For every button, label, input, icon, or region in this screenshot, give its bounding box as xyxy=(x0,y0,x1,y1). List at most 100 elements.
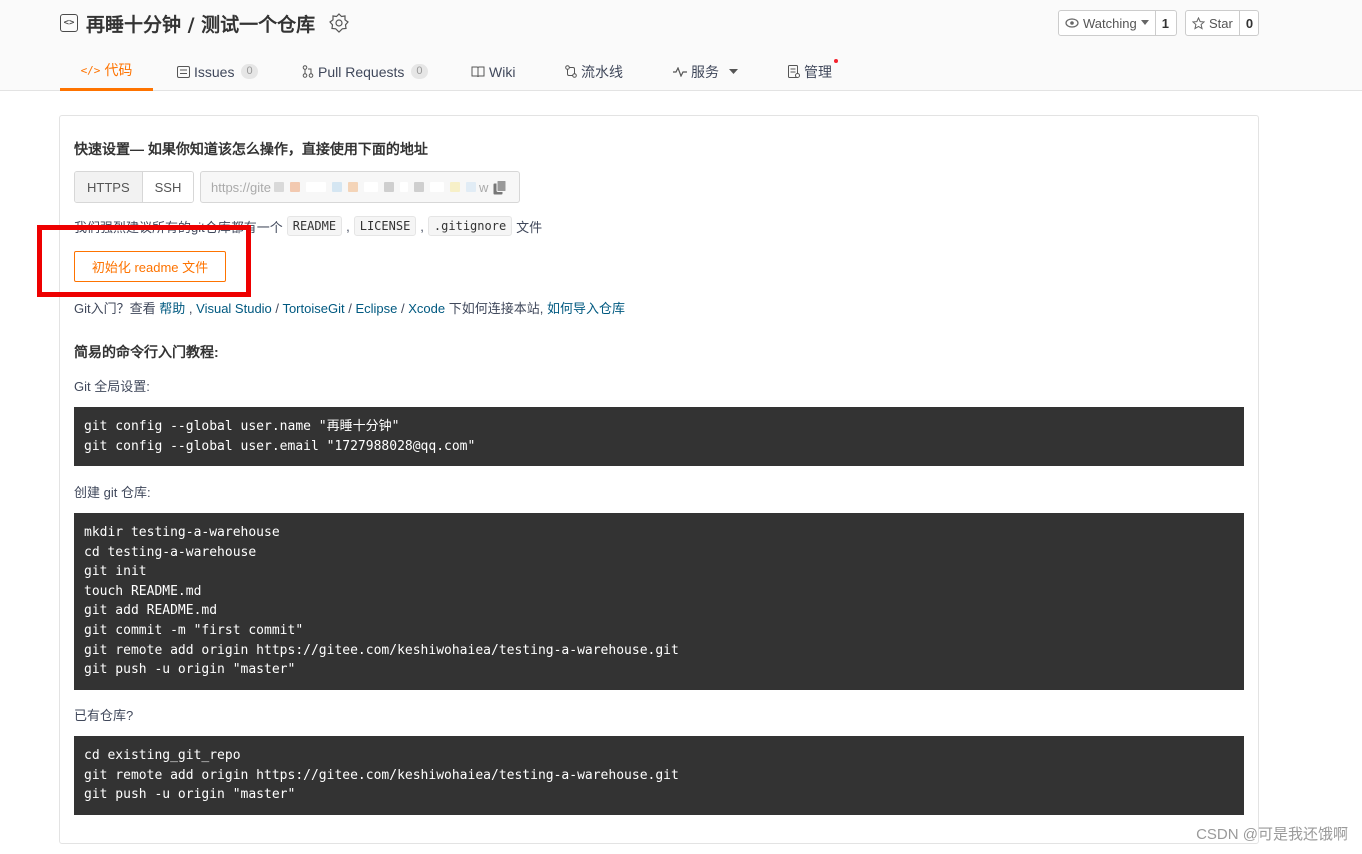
import-repo-link[interactable]: 如何导入仓库 xyxy=(547,301,625,316)
tab-issues-label: Issues xyxy=(194,63,235,80)
help-prefix: Git入门？查看 xyxy=(74,301,156,316)
caret-down-icon xyxy=(1140,20,1149,25)
pulse-icon xyxy=(673,66,687,77)
redacted-block xyxy=(429,182,444,192)
code-line: git config --global user.name "再睡十分钟" xyxy=(84,419,400,434)
star-icon xyxy=(1192,16,1205,30)
pipeline-icon xyxy=(565,65,577,78)
separator: , xyxy=(346,218,350,234)
highlight-box xyxy=(37,225,251,297)
existing-repo-code: cd existing_git_repogit remote add origi… xyxy=(74,736,1244,815)
copy-icon[interactable] xyxy=(493,180,507,195)
code-line: git remote add origin https://gitee.com/… xyxy=(84,642,679,658)
separator: , xyxy=(420,218,424,234)
watermark: CSDN @可是我还饿啊 xyxy=(1196,826,1348,843)
code-line: git commit -m "first commit" xyxy=(84,622,304,638)
tab-manage-label: 管理 xyxy=(804,63,832,80)
caret-down-icon xyxy=(729,68,738,74)
global-settings-code: git config --global user.name "再睡十分钟" git… xyxy=(74,407,1244,466)
redacted-block xyxy=(305,182,326,192)
https-button[interactable]: HTTPS xyxy=(75,172,143,202)
code-line: git config --global user.email "17279880… xyxy=(84,438,476,454)
clone-url-suffix: w xyxy=(478,179,489,195)
readme-chip: README xyxy=(286,216,343,236)
tab-wiki[interactable]: Wiki xyxy=(471,52,515,91)
repo-title[interactable]: 再睡十分钟 / 测试一个仓库 xyxy=(86,10,315,37)
star-text: Star xyxy=(1209,15,1233,31)
tab-pull-requests[interactable]: Pull Requests 0 xyxy=(302,52,428,91)
tab-manage[interactable]: 管理 xyxy=(788,52,838,91)
clone-url-prefix: https://gite xyxy=(211,179,271,195)
existing-repo-label: 已有仓库? xyxy=(74,708,134,723)
xcode-link[interactable]: Xcode xyxy=(408,301,445,316)
quick-setup-panel: 快速设置— 如果你知道该怎么操作，直接使用下面的地址 HTTPS SSH htt… xyxy=(37,115,1259,844)
document-settings-icon xyxy=(788,65,800,78)
global-settings-label: Git 全局设置: xyxy=(74,379,150,394)
watch-count[interactable]: 1 xyxy=(1156,11,1175,35)
redacted-block xyxy=(449,182,460,192)
tab-services-label: 服务 xyxy=(691,63,719,80)
code-line: cd testing-a-warehouse xyxy=(84,544,257,560)
code-line: touch README.md xyxy=(84,583,202,599)
eye-icon xyxy=(1065,18,1079,28)
tab-issues[interactable]: Issues 0 xyxy=(177,52,258,91)
separator: , xyxy=(188,301,193,316)
redacted-block xyxy=(347,182,358,192)
tab-pipeline[interactable]: 流水线 xyxy=(565,52,623,91)
redacted-block xyxy=(383,182,394,192)
code-line: mkdir testing-a-warehouse xyxy=(84,525,280,540)
tab-pull-requests-label: Pull Requests xyxy=(318,63,405,80)
gitignore-chip: .gitignore xyxy=(427,216,513,236)
create-repo-code: mkdir testing-a-warehouse cd testing-a-wa… xyxy=(74,513,1244,690)
code-line: git remote add origin https://gitee.com/… xyxy=(84,767,679,783)
watch-button[interactable]: Watching 1 xyxy=(1058,10,1177,36)
redacted-block xyxy=(465,182,476,192)
help-mid: 下如何连接本站, xyxy=(448,301,544,316)
redacted-block xyxy=(413,182,424,192)
redacted-block xyxy=(273,182,284,192)
ssh-button[interactable]: SSH xyxy=(142,172,194,202)
redacted-block xyxy=(363,182,378,192)
star-count[interactable]: 0 xyxy=(1240,11,1259,35)
pull-request-icon xyxy=(302,65,314,78)
tab-code-label: 代码 xyxy=(104,62,133,78)
code-icon: </> xyxy=(80,63,101,77)
watch-text: Watching xyxy=(1083,15,1137,31)
tutorial-title: 简易的命令行入门教程: xyxy=(74,344,219,360)
tab-code[interactable]: </> 代码 xyxy=(60,52,153,91)
repo-header: <> 再睡十分钟 / 测试一个仓库 Watching 1 Star 0 </> … xyxy=(0,0,1362,91)
eclipse-link[interactable]: Eclipse xyxy=(355,301,397,316)
watch-label[interactable]: Watching xyxy=(1059,11,1156,35)
separator: / xyxy=(348,301,352,316)
code-line: git init xyxy=(84,564,147,580)
visual-studio-link[interactable]: Visual Studio xyxy=(196,301,272,316)
star-button[interactable]: Star 0 xyxy=(1185,10,1259,36)
code-line: git add README.md xyxy=(84,603,218,619)
redacted-block xyxy=(289,182,300,192)
code-line: git push -u origin "master" xyxy=(84,787,296,803)
redacted-block xyxy=(399,182,408,192)
separator: / xyxy=(275,301,280,316)
repo-title-bar: <> 再睡十分钟 / 测试一个仓库 xyxy=(60,10,350,37)
help-links: Git入门？查看 帮助 , Visual Studio / TortoiseGi… xyxy=(74,298,625,317)
help-link[interactable]: 帮助 xyxy=(159,301,185,316)
tab-wiki-label: Wiki xyxy=(489,63,516,80)
code-line: git push -u origin "master" xyxy=(84,662,296,678)
notification-dot xyxy=(834,59,838,63)
separator: / xyxy=(401,301,405,316)
book-icon xyxy=(471,66,485,77)
code-line: cd existing_git_repo xyxy=(84,748,241,763)
license-chip: LICENSE xyxy=(353,216,417,236)
protocol-switcher: HTTPS SSH xyxy=(74,171,195,203)
star-label[interactable]: Star xyxy=(1186,11,1240,35)
issues-count: 0 xyxy=(241,64,258,79)
pulls-count: 0 xyxy=(411,64,428,79)
quick-setup-title: 快速设置— 如果你知道该怎么操作，直接使用下面的地址 xyxy=(74,141,428,157)
tab-pipeline-label: 流水线 xyxy=(581,63,623,80)
award-icon[interactable] xyxy=(329,13,350,33)
repo-icon: <> xyxy=(60,14,78,32)
suggest-suffix: 文件 xyxy=(516,219,543,235)
clone-url-field[interactable]: https://gite w xyxy=(200,171,520,203)
tab-services[interactable]: 服务 xyxy=(673,52,738,91)
tortoisegit-link[interactable]: TortoiseGit xyxy=(282,301,344,316)
